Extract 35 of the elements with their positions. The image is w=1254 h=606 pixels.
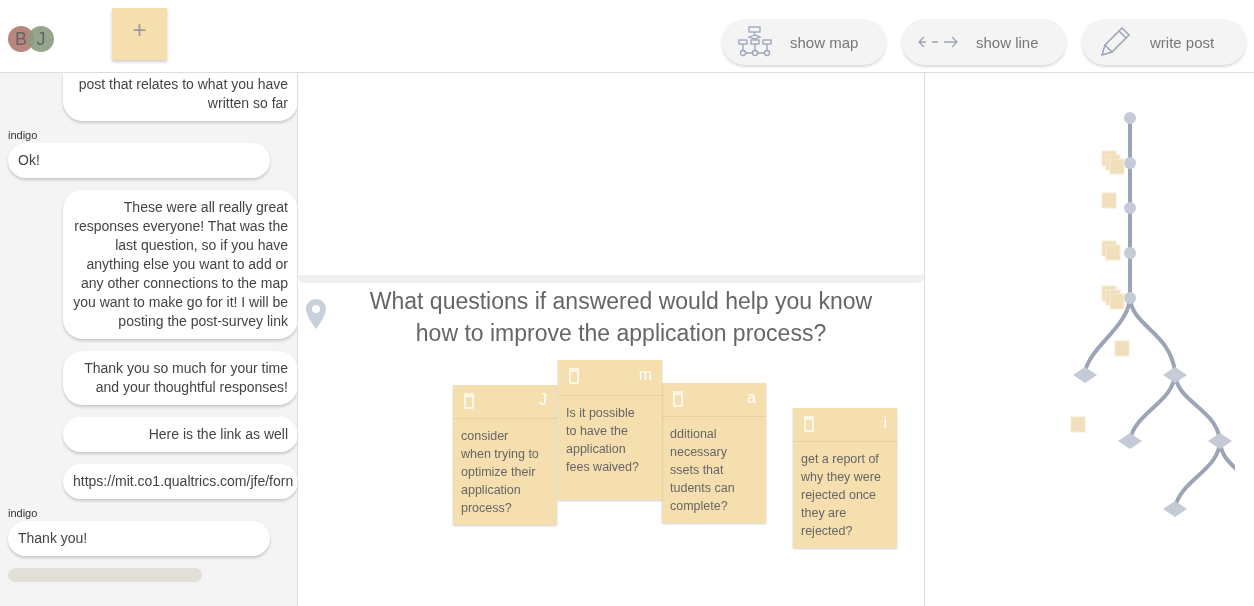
chat-message: These were all really great responses everyone! That was the last question, so if you have anything else you want to add or any other connections to the map you want to make go for it! I will be posting the post-survey link — [63, 190, 297, 339]
note-author: m — [638, 366, 652, 385]
flowchart-icon — [738, 25, 772, 59]
chat-message: Ok! — [8, 143, 270, 178]
note-text: consider when trying to optimize their application process? — [460, 428, 540, 517]
chat-message: https://mit.co1.qualtrics.com/jfe/forn — [63, 464, 297, 499]
trash-icon[interactable] — [463, 391, 475, 409]
question-text: What questions if answered would help you know how to improve the application process? — [368, 287, 874, 348]
note-text: get a report of why they were rejected once they are rejected? — [800, 451, 882, 540]
chat-message: Thank you! — [8, 521, 270, 556]
show-line-button[interactable]: show line — [902, 19, 1066, 65]
sticky-note[interactable]: m Is it possible to have the application fees waived? — [558, 360, 662, 500]
chat-message: Thank you so much for your time and your thoughtful responses! — [63, 351, 297, 405]
dashed-arrow-icon — [918, 36, 958, 48]
note-text: dditional necessary ssets that tudents can complete? — [669, 426, 736, 515]
sticky-note[interactable]: a dditional necessary ssets that tudents can complete? — [662, 383, 766, 523]
chat-message: post that relates to what you have written so far — [63, 73, 297, 121]
note-text: Is it possible to have the application fees waived? — [565, 405, 640, 476]
sticky-note[interactable]: i get a report of why they were rejected once they are rejected? — [793, 408, 897, 548]
write-post-button[interactable]: write post — [1082, 19, 1246, 65]
note-author: i — [883, 414, 887, 433]
sticky-note[interactable]: J consider when trying to optimize their application process? — [453, 385, 557, 525]
sender-name: indigo — [8, 507, 39, 519]
user-avatar: J — [28, 26, 54, 52]
show-map-button[interactable]: show map — [722, 19, 886, 65]
trash-icon[interactable] — [568, 366, 580, 384]
chat-message: Here is the link as well — [63, 417, 297, 452]
note-author: J — [539, 391, 547, 410]
pin-icon — [306, 299, 326, 329]
sender-name: indigo — [8, 129, 39, 141]
trash-icon[interactable] — [803, 414, 815, 432]
note-author: a — [747, 389, 756, 408]
scrollbar[interactable] — [8, 568, 202, 582]
pencil-icon — [1098, 25, 1132, 59]
trash-icon[interactable] — [672, 389, 684, 407]
